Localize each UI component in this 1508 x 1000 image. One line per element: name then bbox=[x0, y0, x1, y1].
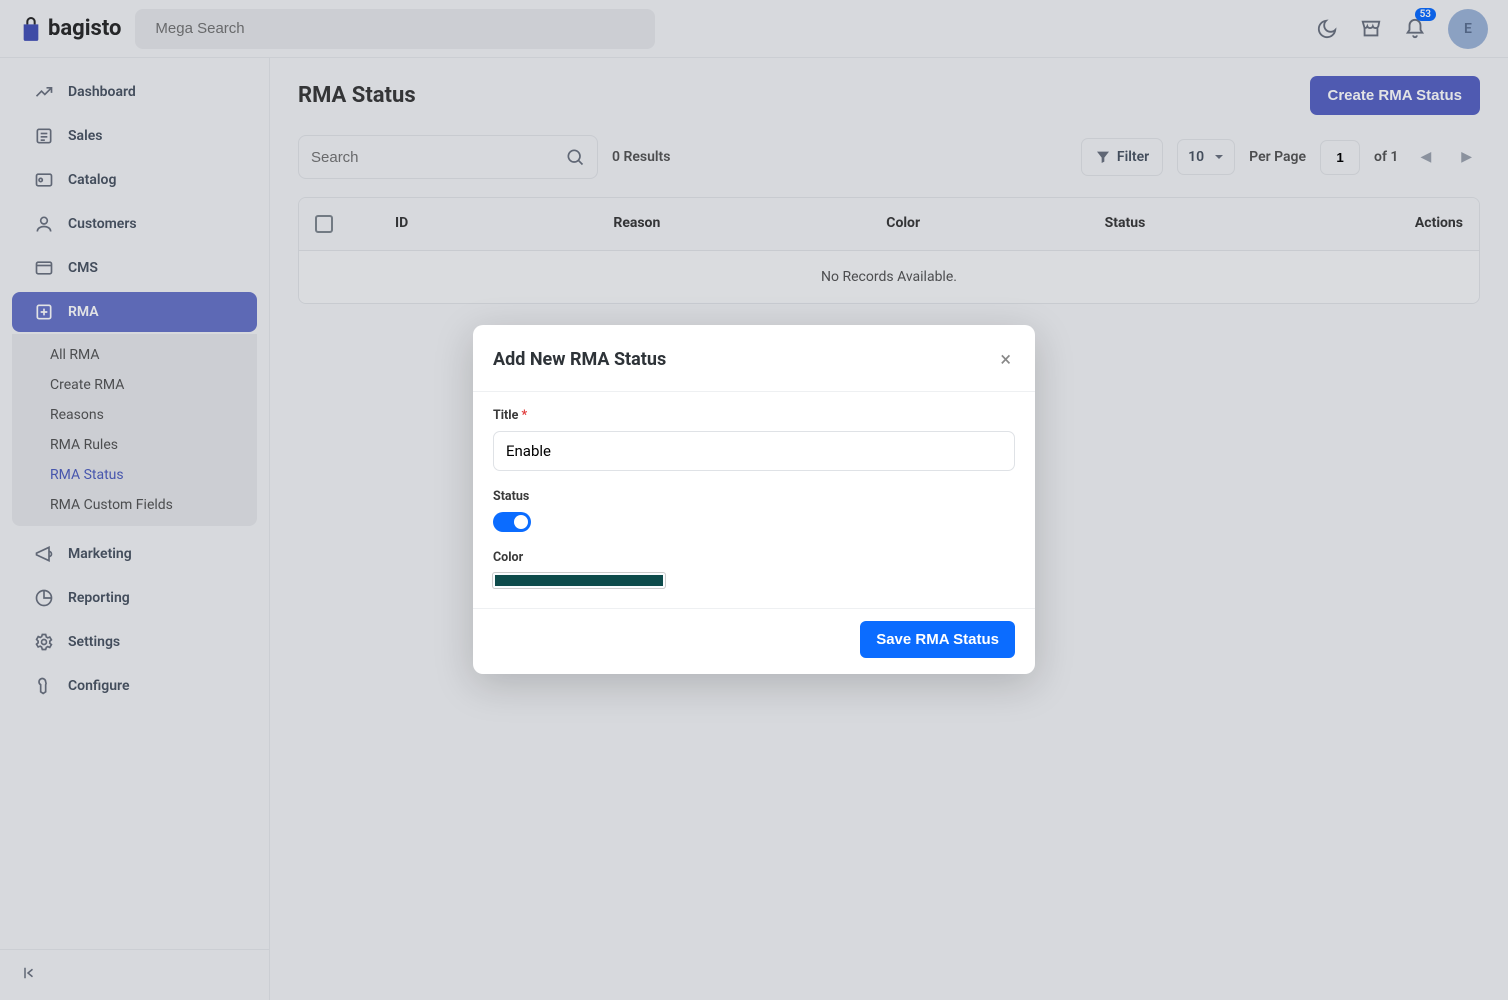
title-input[interactable] bbox=[493, 431, 1015, 471]
modal-title: Add New RMA Status bbox=[493, 349, 666, 370]
modal-overlay[interactable]: Add New RMA Status × Title * Status Colo… bbox=[0, 0, 1508, 1000]
status-toggle[interactable] bbox=[493, 512, 531, 532]
close-icon[interactable]: × bbox=[996, 343, 1015, 375]
color-picker[interactable] bbox=[493, 573, 665, 588]
title-label: Title * bbox=[493, 408, 1015, 423]
toggle-knob bbox=[514, 515, 528, 529]
save-rma-status-button[interactable]: Save RMA Status bbox=[860, 621, 1015, 658]
add-rma-status-modal: Add New RMA Status × Title * Status Colo… bbox=[473, 325, 1035, 674]
status-label: Status bbox=[493, 489, 1015, 504]
color-label: Color bbox=[493, 550, 1015, 565]
